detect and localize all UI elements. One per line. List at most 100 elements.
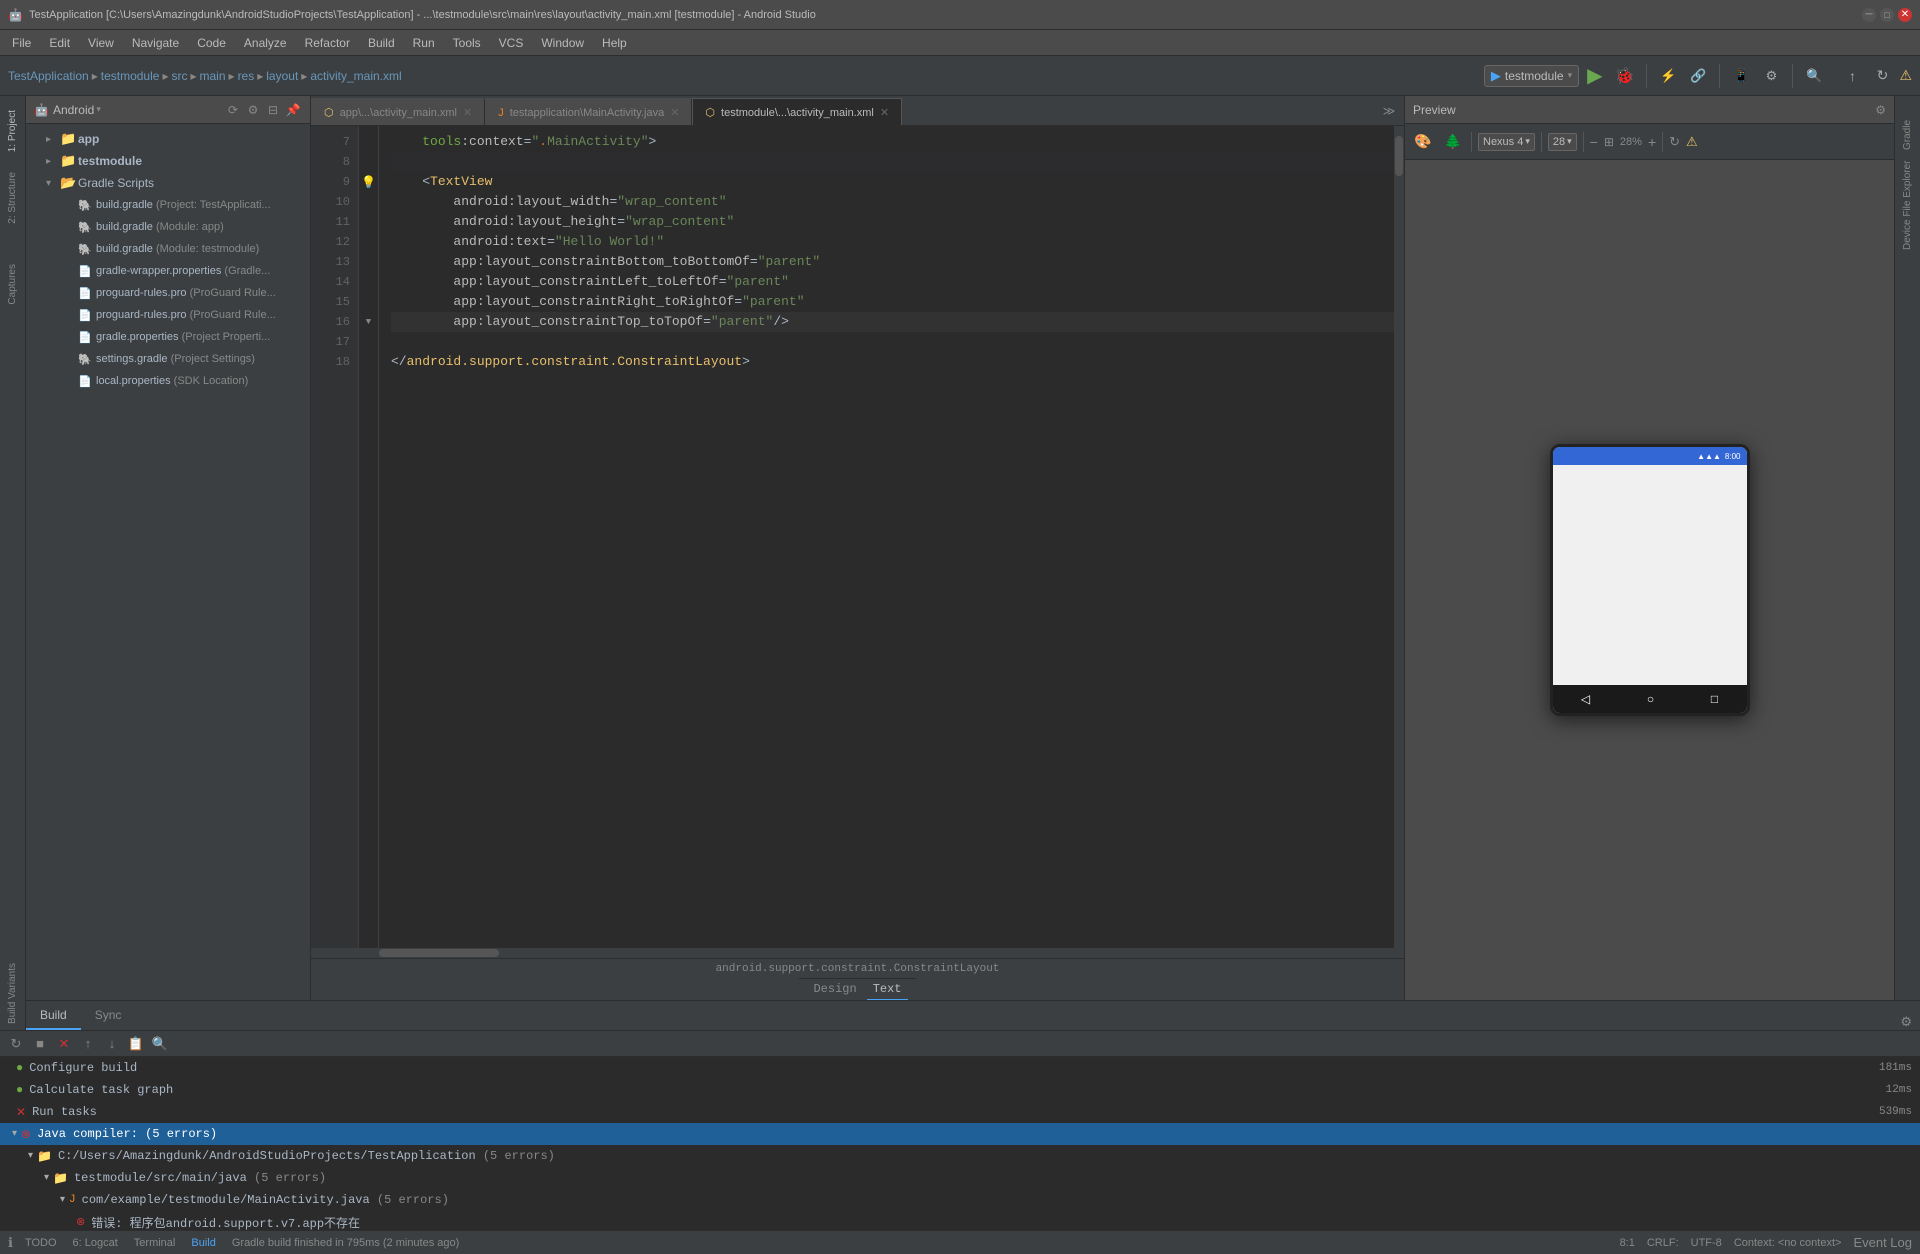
build-toolbar-btn6[interactable]: 📋 bbox=[126, 1036, 146, 1052]
fold-arrow-icon[interactable]: ▼ bbox=[366, 317, 371, 327]
menu-view[interactable]: View bbox=[80, 33, 122, 53]
event-log-icon[interactable]: ℹ bbox=[8, 1235, 13, 1251]
event-log-btn[interactable]: Event Log bbox=[1853, 1235, 1912, 1250]
tree-item-proguard1[interactable]: 📄 proguard-rules.pro (ProGuard Rule... bbox=[26, 282, 310, 304]
device-file-explorer-tab[interactable]: Device File Explorer bbox=[1896, 160, 1919, 260]
menu-build[interactable]: Build bbox=[360, 33, 403, 53]
text-tab[interactable]: Text bbox=[867, 979, 908, 1001]
menu-file[interactable]: File bbox=[4, 33, 39, 53]
bottom-panel-settings[interactable]: ⚙ bbox=[1892, 1014, 1920, 1030]
tab-activity-main-testmodule[interactable]: ⬡ testmodule\...\activity_main.xml ✕ bbox=[692, 98, 902, 126]
build-row-path[interactable]: ▾ 📁 C:/Users/Amazingdunk/AndroidStudioPr… bbox=[0, 1145, 1920, 1167]
device-dropdown[interactable]: Nexus 4 ▾ bbox=[1478, 133, 1535, 151]
tab-overflow-button[interactable]: ≫ bbox=[1378, 97, 1400, 125]
build-toolbar-btn2[interactable]: ■ bbox=[30, 1036, 50, 1051]
tree-item-proguard2[interactable]: 📄 proguard-rules.pro (ProGuard Rule... bbox=[26, 304, 310, 326]
build-row-mainactivity[interactable]: ▾ J com/example/testmodule/MainActivity.… bbox=[0, 1189, 1920, 1211]
minimize-button[interactable]: ─ bbox=[1862, 8, 1876, 22]
tree-item-local-properties[interactable]: 📄 local.properties (SDK Location) bbox=[26, 370, 310, 392]
tree-item-testmodule[interactable]: ▸ 📁 testmodule bbox=[26, 150, 310, 172]
tree-item-gradle-scripts[interactable]: ▾ 📂 Gradle Scripts bbox=[26, 172, 310, 194]
lightbulb-icon[interactable]: 💡 bbox=[361, 175, 376, 190]
tab-close-3[interactable]: ✕ bbox=[880, 106, 889, 119]
avd-manager-button[interactable]: 📱 bbox=[1728, 63, 1754, 89]
gradle-vert-tab[interactable]: Gradle bbox=[1896, 100, 1919, 160]
build-row-configure[interactable]: ● Configure build 181ms bbox=[0, 1057, 1920, 1079]
breadcrumb-module[interactable]: testmodule bbox=[101, 69, 160, 83]
build-toolbar-btn1[interactable]: ↻ bbox=[6, 1036, 26, 1052]
run-config-dropdown[interactable]: ▶ testmodule ▾ bbox=[1484, 65, 1579, 87]
build-toolbar-btn5[interactable]: ↓ bbox=[102, 1036, 122, 1051]
breadcrumb-main[interactable]: main bbox=[200, 69, 226, 83]
tab-activity-main-app[interactable]: ⬡ app\...\activity_main.xml ✕ bbox=[311, 98, 485, 126]
zoom-out-button[interactable]: − bbox=[1590, 134, 1598, 150]
menu-window[interactable]: Window bbox=[533, 33, 592, 53]
preview-settings-icon[interactable]: ⚙ bbox=[1875, 103, 1886, 117]
attach-debug-button[interactable]: 🔗 bbox=[1685, 63, 1711, 89]
menu-run[interactable]: Run bbox=[405, 33, 443, 53]
editor-scrollbar[interactable] bbox=[1394, 126, 1404, 948]
tree-item-build-gradle-app[interactable]: 🐘 build.gradle (Module: app) bbox=[26, 216, 310, 238]
breadcrumb-file[interactable]: activity_main.xml bbox=[310, 69, 401, 83]
build-row-src[interactable]: ▾ 📁 testmodule/src/main/java (5 errors) bbox=[0, 1167, 1920, 1189]
tree-item-settings-gradle[interactable]: 🐘 settings.gradle (Project Settings) bbox=[26, 348, 310, 370]
run-button[interactable]: ▶ bbox=[1583, 63, 1606, 88]
menu-refactor[interactable]: Refactor bbox=[297, 33, 358, 53]
refresh-button[interactable]: ↻ bbox=[1869, 63, 1895, 89]
captures-tab[interactable]: Captures bbox=[1, 254, 24, 315]
todo-status-tab[interactable]: TODO bbox=[21, 1237, 61, 1249]
collapse-icon[interactable]: ⊟ bbox=[264, 103, 282, 117]
menu-help[interactable]: Help bbox=[594, 33, 635, 53]
refresh-preview-button[interactable]: ↻ bbox=[1669, 134, 1680, 150]
tab-close-2[interactable]: ✕ bbox=[670, 106, 679, 119]
settings-gear-icon[interactable]: ⚙ bbox=[1900, 1014, 1912, 1030]
component-tree-button[interactable]: 🌲 bbox=[1441, 130, 1465, 154]
build-row-run[interactable]: ✕ Run tasks 539ms bbox=[0, 1101, 1920, 1123]
menu-edit[interactable]: Edit bbox=[41, 33, 78, 53]
profile-button[interactable]: ⚡ bbox=[1655, 63, 1681, 89]
tab-mainactivity-java[interactable]: J testapplication\MainActivity.java ✕ bbox=[485, 98, 692, 126]
tree-item-gradle-properties[interactable]: 📄 gradle.properties (Project Properti... bbox=[26, 326, 310, 348]
menu-analyze[interactable]: Analyze bbox=[236, 33, 295, 53]
project-tab[interactable]: 1: Project bbox=[1, 100, 24, 162]
maximize-button[interactable]: □ bbox=[1880, 8, 1894, 22]
tree-item-gradle-wrapper[interactable]: 📄 gradle-wrapper.properties (Gradle... bbox=[26, 260, 310, 282]
breadcrumb-src[interactable]: src bbox=[171, 69, 187, 83]
horizontal-scrollbar[interactable] bbox=[311, 948, 1404, 958]
build-status-tab[interactable]: Build bbox=[187, 1237, 219, 1249]
build-tab[interactable]: Build bbox=[26, 1002, 81, 1030]
tab-close-1[interactable]: ✕ bbox=[463, 106, 472, 119]
tree-item-build-gradle-project[interactable]: 🐘 build.gradle (Project: TestApplicati..… bbox=[26, 194, 310, 216]
update-button[interactable]: ↑ bbox=[1839, 63, 1865, 89]
api-dropdown[interactable]: 28 ▾ bbox=[1548, 133, 1577, 151]
close-button[interactable]: ✕ bbox=[1898, 8, 1912, 22]
build-toolbar-btn4[interactable]: ↑ bbox=[78, 1036, 98, 1051]
build-variants-side-tab[interactable]: Build Variants bbox=[3, 957, 22, 1030]
menu-navigate[interactable]: Navigate bbox=[124, 33, 187, 53]
design-tab[interactable]: Design bbox=[807, 979, 862, 1001]
menu-vcs[interactable]: VCS bbox=[491, 33, 532, 53]
search-everywhere-button[interactable]: 🔍 bbox=[1801, 63, 1827, 89]
breadcrumb-app[interactable]: TestApplication bbox=[8, 69, 89, 83]
sync-icon[interactable]: ⟳ bbox=[224, 103, 242, 117]
sdk-manager-button[interactable]: ⚙ bbox=[1758, 63, 1784, 89]
build-toolbar-btn7[interactable]: 🔍 bbox=[150, 1036, 170, 1052]
build-row-calc[interactable]: ● Calculate task graph 12ms bbox=[0, 1079, 1920, 1101]
menu-code[interactable]: Code bbox=[189, 33, 234, 53]
project-view-dropdown[interactable]: Android ▾ bbox=[53, 103, 101, 117]
logcat-status-tab[interactable]: 6: Logcat bbox=[69, 1237, 122, 1249]
settings-icon[interactable]: ⚙ bbox=[244, 103, 262, 117]
build-row-error1[interactable]: ⊗ 错误: 程序包android.support.v7.app不存在 bbox=[0, 1211, 1920, 1230]
terminal-status-tab[interactable]: Terminal bbox=[130, 1237, 180, 1249]
breadcrumb-res[interactable]: res bbox=[238, 69, 255, 83]
zoom-in-button[interactable]: + bbox=[1648, 134, 1656, 150]
sync-tab[interactable]: Sync bbox=[81, 1002, 136, 1030]
debug-button[interactable]: 🐞 bbox=[1611, 66, 1639, 86]
menu-tools[interactable]: Tools bbox=[445, 33, 489, 53]
build-toolbar-btn3[interactable]: ✕ bbox=[54, 1036, 74, 1052]
tree-item-app[interactable]: ▸ 📁 app bbox=[26, 128, 310, 150]
palette-button[interactable]: 🎨 bbox=[1411, 130, 1435, 154]
code-editor[interactable]: tools:context=".MainActivity"> <TextView… bbox=[379, 126, 1394, 948]
build-row-java-compiler[interactable]: ▾ ⊗ Java compiler: (5 errors) bbox=[0, 1123, 1920, 1145]
breadcrumb-layout[interactable]: layout bbox=[266, 69, 298, 83]
